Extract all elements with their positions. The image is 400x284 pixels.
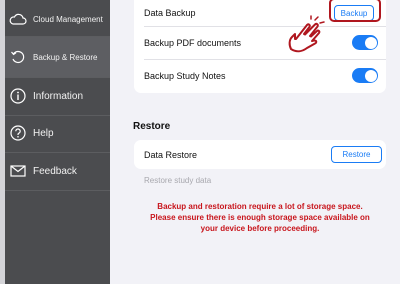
pdf-backup-toggle[interactable] <box>352 35 378 50</box>
storage-warning: Backup and restoration require a lot of … <box>134 201 386 234</box>
sidebar-item-label: Help <box>33 127 54 139</box>
help-icon <box>9 124 27 142</box>
notes-backup-toggle[interactable] <box>352 68 378 83</box>
data-restore-label: Data Restore <box>144 149 198 160</box>
sidebar-divider <box>5 77 110 78</box>
warning-line-3: your device before proceeding. <box>200 224 320 233</box>
warning-line-2: Please ensure there is enough storage sp… <box>150 213 370 222</box>
sidebar-item-help[interactable]: Help <box>5 122 110 144</box>
pdf-backup-row: Backup PDF documents <box>134 27 386 58</box>
sidebar-item-label: Cloud Management <box>33 14 103 24</box>
sidebar-item-cloud-management[interactable]: Cloud Management <box>5 8 110 30</box>
restore-button[interactable]: Restore <box>331 146 382 163</box>
sidebar-divider <box>5 190 110 191</box>
warning-line-1: Backup and restoration require a lot of … <box>157 202 363 211</box>
mail-icon <box>9 162 27 180</box>
sidebar-item-backup-restore[interactable]: Backup & Restore <box>5 37 110 77</box>
sidebar-divider <box>5 115 110 116</box>
sidebar: Cloud Management Backup & Restore Inform… <box>5 0 110 284</box>
backup-card: Data Backup Backup Backup PDF documents … <box>134 0 386 93</box>
restore-hint: Restore study data <box>144 176 212 185</box>
sidebar-item-label: Backup & Restore <box>33 52 98 62</box>
cloud-icon <box>9 10 27 28</box>
info-icon <box>9 87 27 105</box>
restore-card: Data Restore Restore <box>134 140 386 169</box>
sidebar-item-label: Information <box>33 90 84 102</box>
restore-icon <box>9 48 27 66</box>
pdf-backup-label: Backup PDF documents <box>144 37 242 48</box>
restore-section-title: Restore <box>133 121 171 132</box>
backup-button-highlight <box>329 0 381 22</box>
toggle-knob <box>364 69 377 82</box>
notes-backup-label: Backup Study Notes <box>144 70 226 81</box>
data-backup-label: Data Backup <box>144 8 196 18</box>
data-restore-row: Data Restore Restore <box>134 140 386 169</box>
sidebar-item-feedback[interactable]: Feedback <box>5 160 110 182</box>
sidebar-item-label: Feedback <box>33 165 77 177</box>
notes-backup-row: Backup Study Notes <box>134 60 386 91</box>
toggle-knob <box>364 36 377 49</box>
sidebar-item-information[interactable]: Information <box>5 85 110 107</box>
sidebar-divider <box>5 152 110 153</box>
data-backup-row: Data Backup Backup <box>134 0 386 26</box>
pointing-hand-icon <box>288 15 325 53</box>
